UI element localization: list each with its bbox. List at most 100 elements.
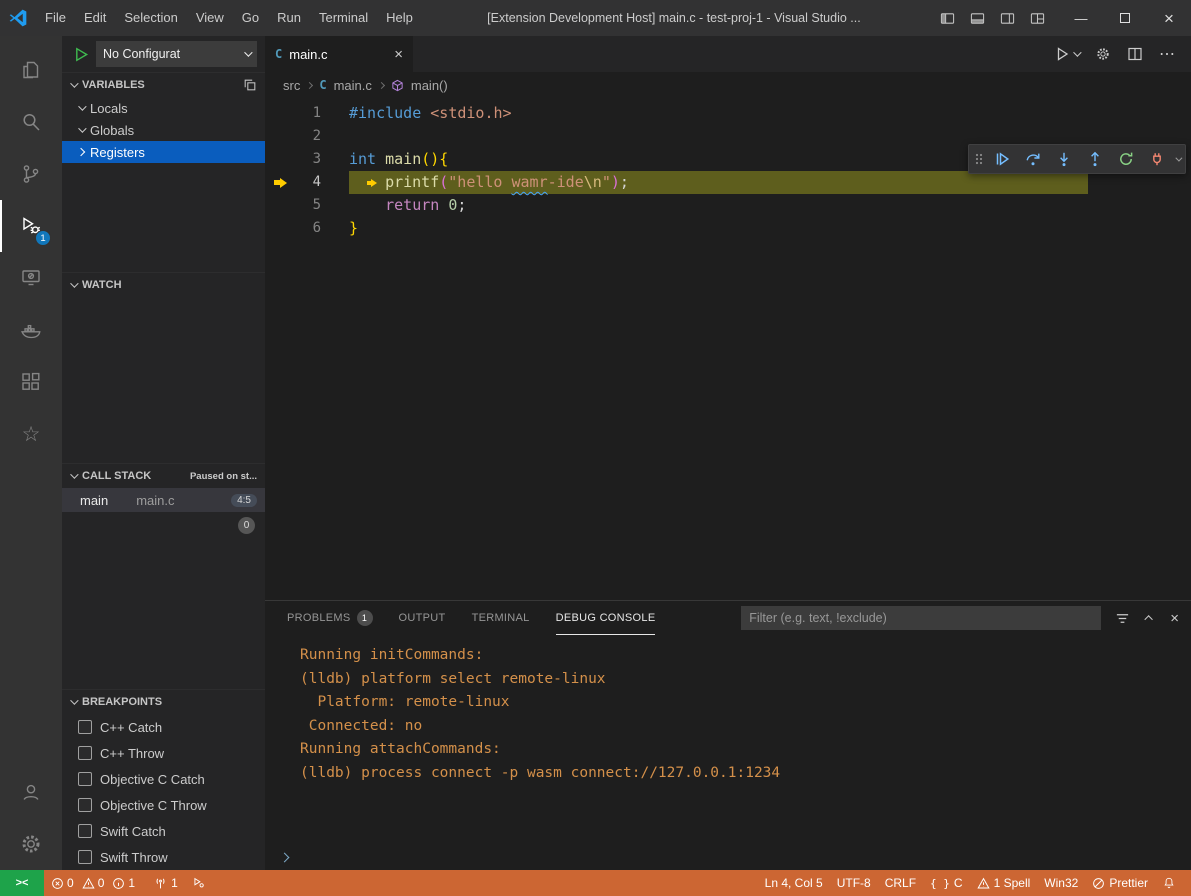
eol-status[interactable]: CRLF xyxy=(878,870,923,896)
glyph-margin[interactable] xyxy=(265,171,295,194)
panel-tab-problems[interactable]: PROBLEMS1 xyxy=(287,601,373,635)
encoding-status[interactable]: UTF-8 xyxy=(830,870,878,896)
formatter-status[interactable]: Prettier xyxy=(1085,870,1155,896)
breakpoint-item[interactable]: Swift Throw xyxy=(62,844,265,870)
gear-icon[interactable] xyxy=(1095,46,1111,62)
platform-status[interactable]: Win32 xyxy=(1037,870,1085,896)
glyph-margin[interactable] xyxy=(265,102,295,125)
restart-icon[interactable] xyxy=(1113,146,1139,172)
variables-scope-registers[interactable]: Registers xyxy=(62,141,265,163)
notifications-bell-icon[interactable] xyxy=(1155,870,1183,896)
continue-icon[interactable] xyxy=(989,146,1015,172)
drag-handle-icon[interactable] xyxy=(974,151,984,167)
call-stack-header[interactable]: CALL STACK Paused on st... xyxy=(62,464,265,488)
breakpoint-item[interactable]: Objective C Throw xyxy=(62,792,265,818)
run-and-debug-icon[interactable]: 1 xyxy=(0,200,62,252)
panel-tab-output[interactable]: OUTPUT xyxy=(399,601,446,635)
problems-status[interactable]: 0 0 1 xyxy=(44,870,147,896)
disconnect-icon[interactable] xyxy=(1144,146,1170,172)
start-debug-icon[interactable] xyxy=(74,47,89,62)
close-panel-icon[interactable]: × xyxy=(1170,611,1179,626)
breakpoint-item[interactable]: Swift Catch xyxy=(62,818,265,844)
source-control-icon[interactable] xyxy=(0,148,62,200)
filter-lines-icon[interactable] xyxy=(1115,611,1130,626)
code-line[interactable]: 5 return 0; xyxy=(265,194,1191,217)
breakpoint-item[interactable]: C++ Catch xyxy=(62,714,265,740)
menu-help[interactable]: Help xyxy=(377,0,422,36)
minimize-button[interactable]: — xyxy=(1059,0,1103,36)
tab-main-c[interactable]: C main.c × xyxy=(265,36,413,72)
step-over-icon[interactable] xyxy=(1020,146,1046,172)
ports-status[interactable]: 1 xyxy=(147,870,185,896)
glyph-margin[interactable] xyxy=(265,217,295,240)
debug-config-dropdown[interactable]: No Configurat xyxy=(96,41,257,67)
panel-tab-debug-console[interactable]: DEBUG CONSOLE xyxy=(556,601,656,635)
menu-run[interactable]: Run xyxy=(268,0,310,36)
remote-explorer-icon[interactable] xyxy=(0,252,62,304)
copy-icon[interactable] xyxy=(243,78,257,92)
close-window-button[interactable]: × xyxy=(1147,0,1191,36)
toggle-sidebar-icon[interactable] xyxy=(940,11,955,26)
star-icon[interactable]: ☆ xyxy=(0,408,62,460)
glyph-margin[interactable] xyxy=(265,148,295,171)
variables-scope-globals[interactable]: Globals xyxy=(62,119,265,141)
tab-label: main.c xyxy=(289,47,327,62)
search-icon[interactable] xyxy=(0,96,62,148)
step-out-icon[interactable] xyxy=(1082,146,1108,172)
docker-icon[interactable] xyxy=(0,304,62,356)
more-actions-icon[interactable]: ⋯ xyxy=(1159,44,1175,64)
extensions-icon[interactable] xyxy=(0,356,62,408)
checkbox[interactable] xyxy=(78,850,92,864)
customize-layout-icon[interactable] xyxy=(1030,11,1045,26)
code-line[interactable]: 1#include <stdio.h> xyxy=(265,102,1191,125)
toggle-panel-icon[interactable] xyxy=(970,11,985,26)
menu-go[interactable]: Go xyxy=(233,0,268,36)
account-icon[interactable] xyxy=(0,766,62,818)
menu-selection[interactable]: Selection xyxy=(115,0,186,36)
checkbox[interactable] xyxy=(78,798,92,812)
language-status[interactable]: { } C xyxy=(923,870,970,896)
console-input-row[interactable] xyxy=(265,844,1191,870)
breadcrumb-folder[interactable]: src xyxy=(283,78,300,93)
breakpoint-item[interactable]: Objective C Catch xyxy=(62,766,265,792)
spell-status[interactable]: 1 Spell xyxy=(970,870,1038,896)
menu-edit[interactable]: Edit xyxy=(75,0,115,36)
variables-header[interactable]: VARIABLES xyxy=(62,73,265,97)
debug-status-icon[interactable] xyxy=(185,870,213,896)
toggle-secondary-sidebar-icon[interactable] xyxy=(1000,11,1015,26)
breakpoint-item[interactable]: C++ Throw xyxy=(62,740,265,766)
menu-view[interactable]: View xyxy=(187,0,233,36)
console-filter-input[interactable] xyxy=(741,606,1101,630)
frame-location-badge: 4:5 xyxy=(231,494,257,507)
chevron-down-icon[interactable] xyxy=(1175,154,1182,161)
execution-pointer-icon xyxy=(367,179,385,187)
step-into-icon[interactable] xyxy=(1051,146,1077,172)
checkbox[interactable] xyxy=(78,824,92,838)
checkbox[interactable] xyxy=(78,746,92,760)
glyph-margin[interactable] xyxy=(265,125,295,148)
watch-header[interactable]: WATCH xyxy=(62,273,265,297)
panel-tab-terminal[interactable]: TERMINAL xyxy=(472,601,530,635)
breadcrumb-file[interactable]: main.c xyxy=(334,78,372,93)
maximize-button[interactable] xyxy=(1103,0,1147,36)
settings-gear-icon[interactable] xyxy=(0,818,62,870)
stack-frame-row[interactable]: main main.c 4:5 xyxy=(62,488,265,512)
breadcrumb-symbol[interactable]: main() xyxy=(411,78,448,93)
code-line[interactable]: 6} xyxy=(265,217,1191,240)
maximize-panel-icon[interactable] xyxy=(1145,615,1153,623)
code-text: #include <stdio.h> xyxy=(349,102,1191,125)
menu-file[interactable]: File xyxy=(36,0,75,36)
variables-scope-locals[interactable]: Locals xyxy=(62,97,265,119)
split-editor-icon[interactable] xyxy=(1127,46,1143,62)
explorer-icon[interactable] xyxy=(0,44,62,96)
glyph-margin[interactable] xyxy=(265,194,295,217)
menu-terminal[interactable]: Terminal xyxy=(310,0,377,36)
checkbox[interactable] xyxy=(78,720,92,734)
breakpoints-header[interactable]: BREAKPOINTS xyxy=(62,690,265,714)
run-file-button[interactable] xyxy=(1055,46,1079,62)
checkbox[interactable] xyxy=(78,772,92,786)
code-line[interactable]: 4 printf("hello wamr-ide\n"); xyxy=(265,171,1191,194)
cursor-position[interactable]: Ln 4, Col 5 xyxy=(758,870,830,896)
remote-indicator[interactable]: >< xyxy=(0,870,44,896)
close-tab-icon[interactable]: × xyxy=(394,46,403,63)
